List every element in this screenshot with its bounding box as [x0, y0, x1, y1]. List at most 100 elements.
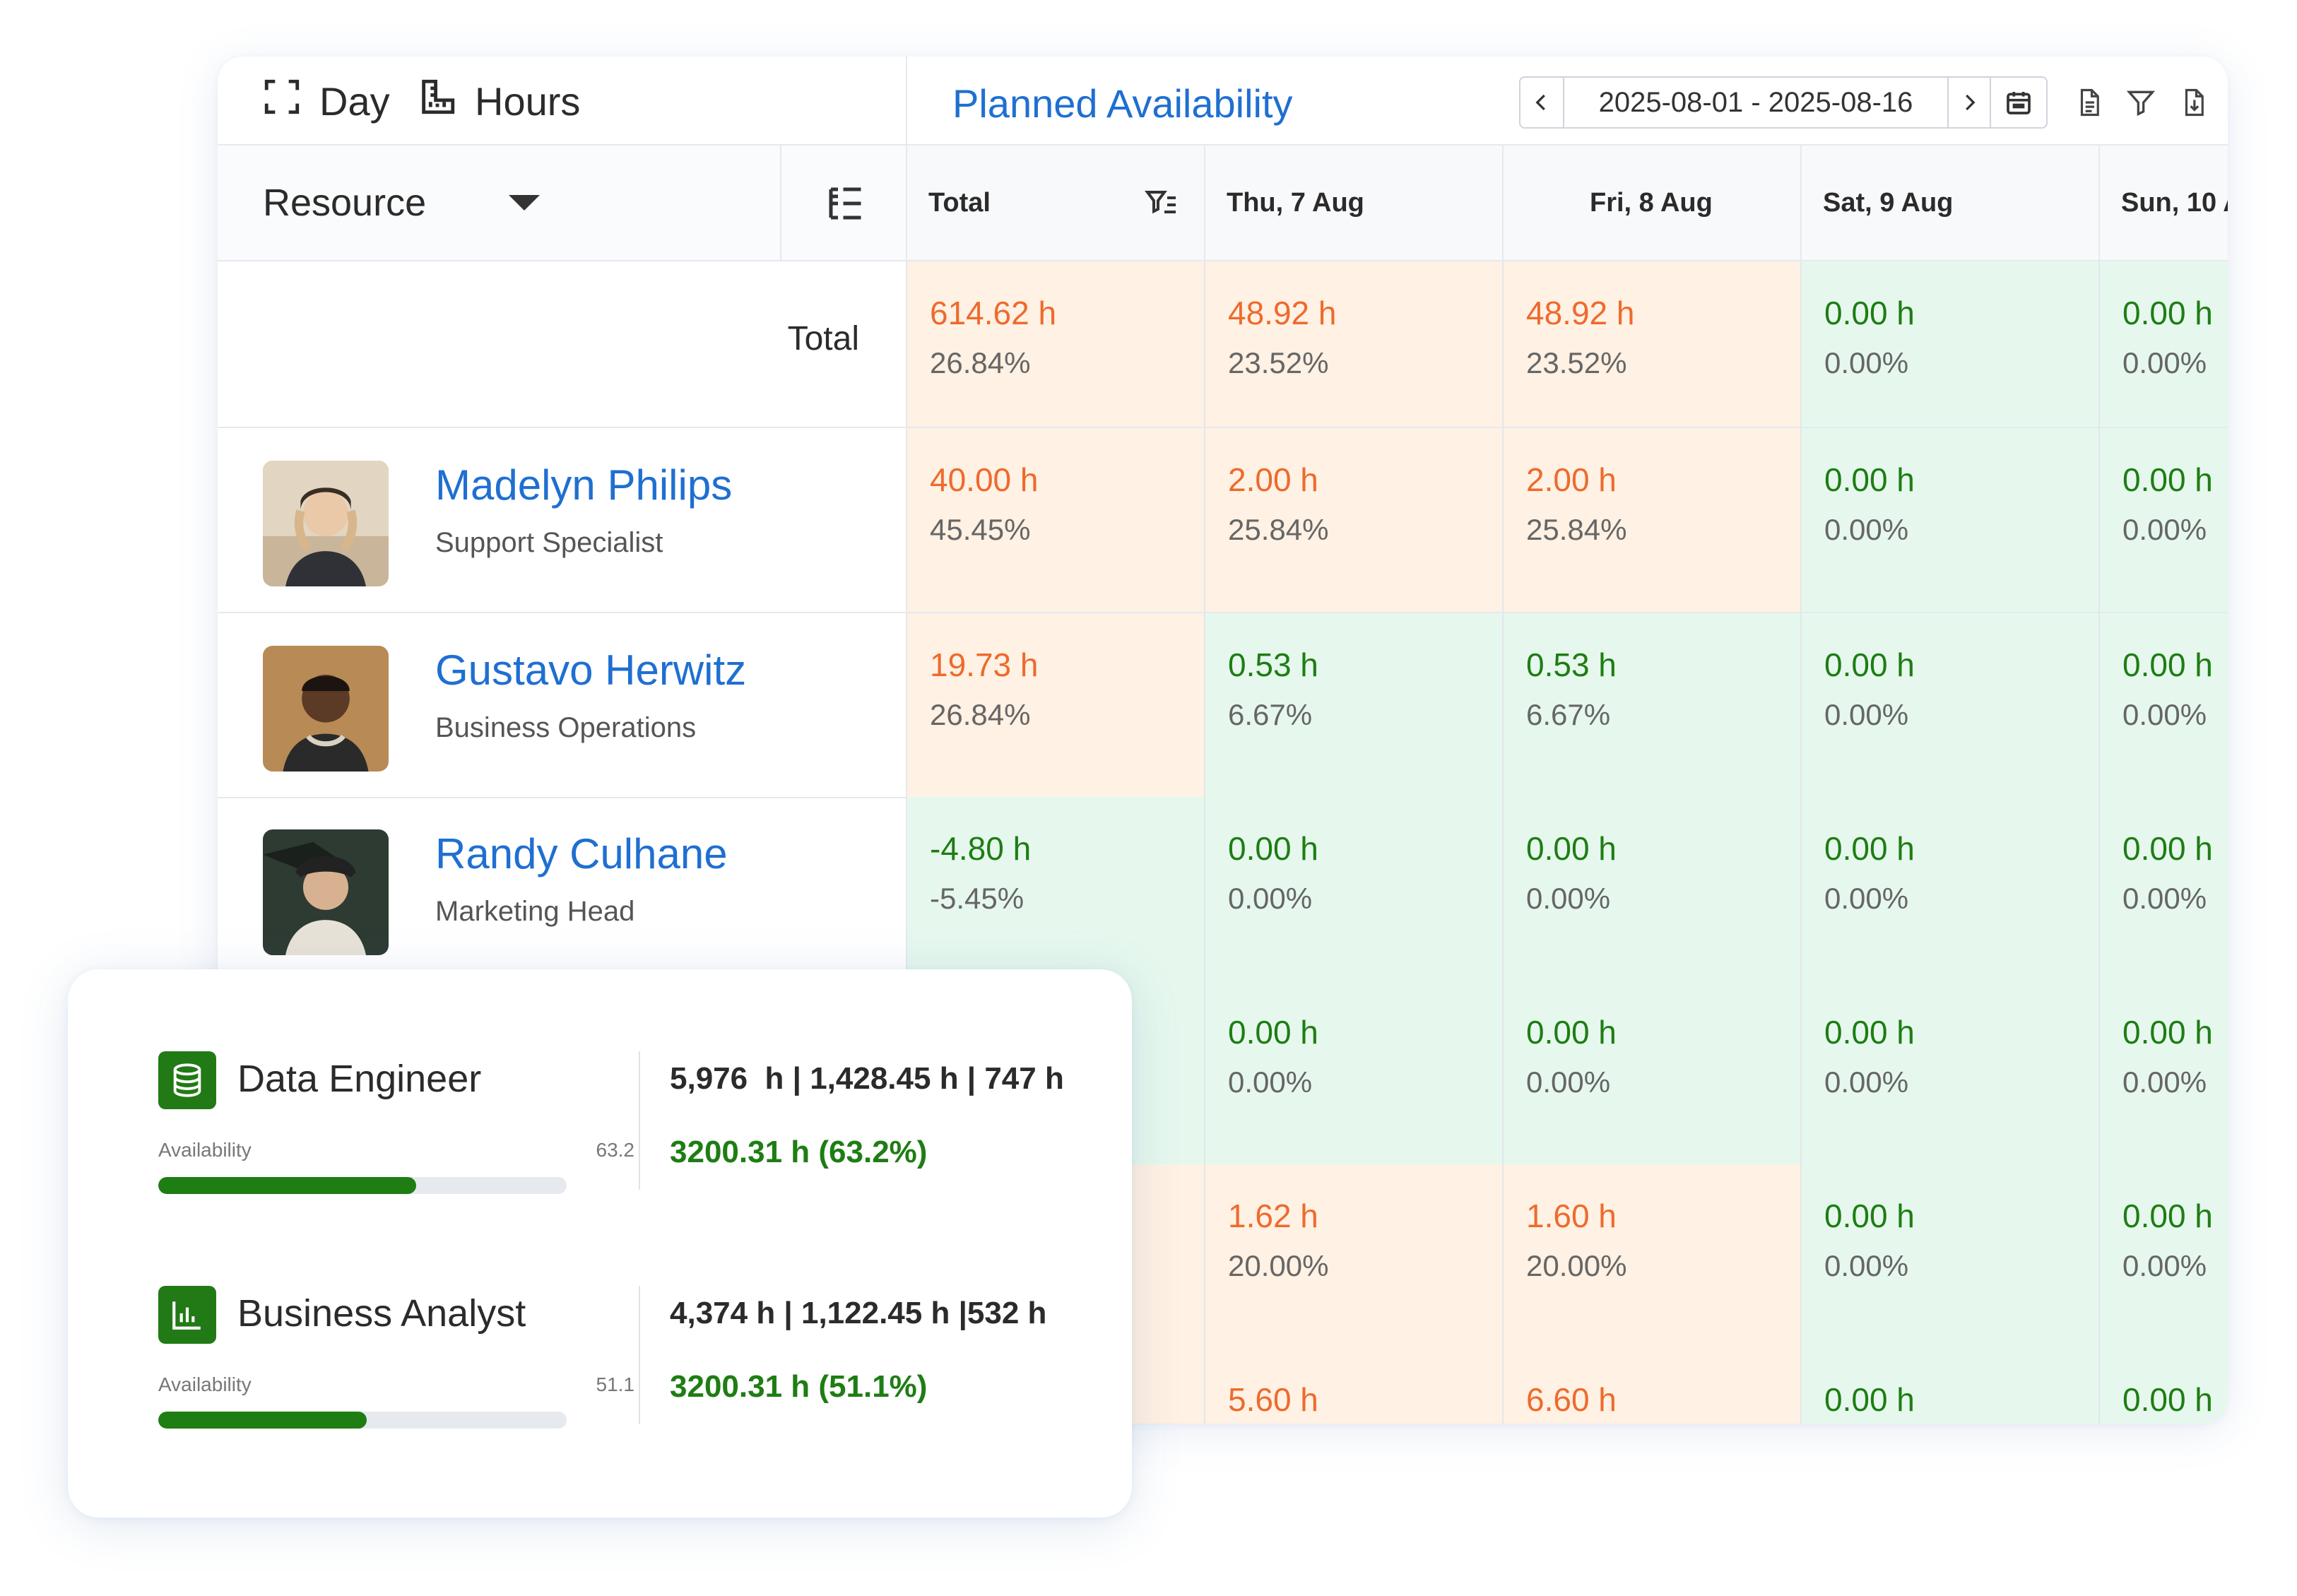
day-cell[interactable]: 0.00 h 0.00% — [1504, 797, 1802, 981]
percent-value: 0.00% — [1824, 346, 1909, 379]
total-cell[interactable]: 40.00 h 45.45% — [907, 428, 1205, 612]
hours-value: 6.60 h — [1526, 1381, 1617, 1418]
day-cell[interactable]: 0.00 h 0.00% — [1205, 797, 1504, 981]
total-cell[interactable]: 48.92 h 23.52% — [1205, 261, 1504, 427]
calendar-icon — [2007, 92, 2031, 114]
table-row: Gustavo Herwitz Business Operations 19.73 … — [218, 613, 2228, 798]
percent-value: 26.84% — [930, 698, 1031, 731]
percent-value: 0.00% — [2122, 1249, 2207, 1282]
day-cell[interactable]: 0.00 h 0.00% — [1802, 981, 2100, 1164]
total-cell[interactable]: 0.00 h 0.00% — [1802, 261, 2100, 427]
header-divider — [780, 146, 781, 260]
column-header-label: Sat, 9 Aug — [1823, 187, 1954, 218]
column-header-day[interactable]: Sun, 10 A — [2100, 146, 2228, 260]
bar-chart-icon — [158, 1286, 216, 1344]
resource-name-link[interactable]: Randy Culhane — [435, 829, 728, 878]
resource-role: Support Specialist — [435, 527, 663, 558]
document-icon[interactable] — [2069, 82, 2110, 123]
availability-label: Availability — [158, 1139, 252, 1161]
hours-value: 0.00 h — [1824, 1014, 1915, 1051]
percent-value: 0.00% — [1824, 1065, 1909, 1099]
column-header-day[interactable]: Fri, 8 Aug — [1504, 146, 1802, 260]
day-cell[interactable]: 0.00 h 0.00% — [1802, 613, 2100, 797]
day-cell[interactable]: 0.53 h 6.67% — [1205, 613, 1504, 797]
day-cell[interactable]: 2.00 h 25.84% — [1504, 428, 1802, 612]
summary-divider — [639, 1286, 640, 1424]
percent-value: 0.00% — [2122, 346, 2207, 379]
hours-breakdown: 5,976 h | 1,428.45 h | 747 h — [670, 1061, 1064, 1096]
hours-value: 0.00 h — [2122, 295, 2213, 331]
resource-label: Resource — [263, 182, 427, 224]
total-cell[interactable]: 614.62 h 26.84% — [907, 261, 1205, 427]
day-cell[interactable]: 0.00 h 0.00% — [2100, 428, 2228, 612]
resource-name-link[interactable]: Gustavo Herwitz — [435, 646, 746, 694]
day-cell[interactable]: 0.00 h — [1802, 1348, 2100, 1424]
total-row: Total 614.62 h 26.84% 48.92 h 23.52% 48.… — [218, 261, 2228, 428]
resource-header: Resource — [218, 146, 907, 260]
date-range-text[interactable]: 2025-08-01 - 2025-08-16 — [1564, 78, 1947, 127]
day-cell[interactable]: 0.00 h 0.00% — [2100, 1164, 2228, 1348]
hours-value: 19.73 h — [930, 646, 1039, 683]
hours-value: 40.00 h — [930, 461, 1039, 498]
day-view-button[interactable]: Day — [261, 78, 390, 124]
day-cell[interactable]: 0.00 h — [2100, 1348, 2228, 1424]
column-header-day[interactable]: Sat, 9 Aug — [1802, 146, 2100, 260]
hours-view-button[interactable]: Hours — [417, 78, 580, 124]
calendar-button[interactable] — [1991, 78, 2046, 127]
database-icon — [158, 1051, 216, 1109]
availability-bar — [158, 1177, 567, 1194]
view-switcher: Day Hours — [218, 57, 907, 146]
total-cell[interactable]: 0.00 h 0.00% — [2100, 261, 2228, 427]
caret-down-icon[interactable] — [509, 195, 540, 211]
role-name: Data Engineer — [237, 1058, 482, 1100]
filter-icon[interactable] — [2120, 82, 2161, 123]
hours-value: 0.00 h — [1824, 830, 1915, 867]
day-cell[interactable]: 6.60 h — [1504, 1348, 1802, 1424]
percent-value: 0.00% — [1824, 1249, 1909, 1282]
day-cell[interactable]: 0.00 h 0.00% — [1802, 797, 2100, 981]
hours-value: 0.00 h — [1824, 1198, 1915, 1234]
available-hours: 3200.31 h (51.1%) — [670, 1369, 928, 1404]
avatar — [263, 461, 389, 586]
resource-cell: Gustavo Herwitz Business Operations — [218, 613, 907, 797]
total-cell[interactable]: -4.80 h -5.45% — [907, 797, 1205, 981]
hours-value: 1.62 h — [1228, 1198, 1318, 1234]
day-cell[interactable]: 2.00 h 25.84% — [1205, 428, 1504, 612]
next-range-button[interactable] — [1947, 78, 1991, 127]
hours-value: 0.53 h — [1526, 646, 1617, 683]
total-cell[interactable]: 19.73 h 26.84% — [907, 613, 1205, 797]
hours-value: 1.60 h — [1526, 1198, 1617, 1234]
column-header-day[interactable]: Thu, 7 Aug — [1205, 146, 1504, 260]
percent-value: 0.00% — [1824, 698, 1909, 731]
day-cell[interactable]: 0.00 h 0.00% — [1802, 1164, 2100, 1348]
date-range-picker[interactable]: 2025-08-01 - 2025-08-16 — [1519, 76, 2048, 129]
day-cell[interactable]: 0.53 h 6.67% — [1504, 613, 1802, 797]
column-filter-icon[interactable] — [1145, 187, 1179, 220]
day-cell[interactable]: 0.00 h 0.00% — [2100, 981, 2228, 1164]
day-cell[interactable]: 0.00 h 0.00% — [1802, 428, 2100, 612]
role-summary-business-analyst: Business Analyst Availability 51.1 4,374… — [68, 1286, 1132, 1477]
role-name: Business Analyst — [237, 1292, 526, 1335]
day-cell[interactable]: 5.60 h — [1205, 1348, 1504, 1424]
export-icon[interactable] — [2173, 82, 2214, 123]
tree-list-icon[interactable] — [824, 182, 866, 225]
hours-value: 0.00 h — [1824, 646, 1915, 683]
day-cell[interactable]: 1.60 h 20.00% — [1504, 1164, 1802, 1348]
resource-cell: Randy Culhane Marketing Head — [218, 797, 907, 981]
day-cell[interactable]: 0.00 h 0.00% — [1205, 981, 1504, 1164]
hours-value: 0.00 h — [1228, 1014, 1318, 1051]
column-header-total[interactable]: Total — [907, 146, 1205, 260]
day-cell[interactable]: 0.00 h 0.00% — [1504, 981, 1802, 1164]
day-cell[interactable]: 1.62 h 20.00% — [1205, 1164, 1504, 1348]
total-cell[interactable]: 48.92 h 23.52% — [1504, 261, 1802, 427]
day-cell[interactable]: 0.00 h 0.00% — [2100, 797, 2228, 981]
resource-role: Marketing Head — [435, 896, 635, 927]
percent-value: 0.00% — [1228, 1065, 1313, 1099]
percent-value: 6.67% — [1526, 698, 1611, 731]
day-cell[interactable]: 0.00 h 0.00% — [2100, 613, 2228, 797]
percent-value: 23.52% — [1526, 346, 1627, 379]
resource-name-link[interactable]: Madelyn Philips — [435, 461, 732, 509]
grid-header: Resource Total Thu, 7 Aug Fri, 8 Aug Sat… — [218, 146, 2228, 261]
hours-value: 614.62 h — [930, 295, 1057, 331]
prev-range-button[interactable] — [1520, 78, 1564, 127]
